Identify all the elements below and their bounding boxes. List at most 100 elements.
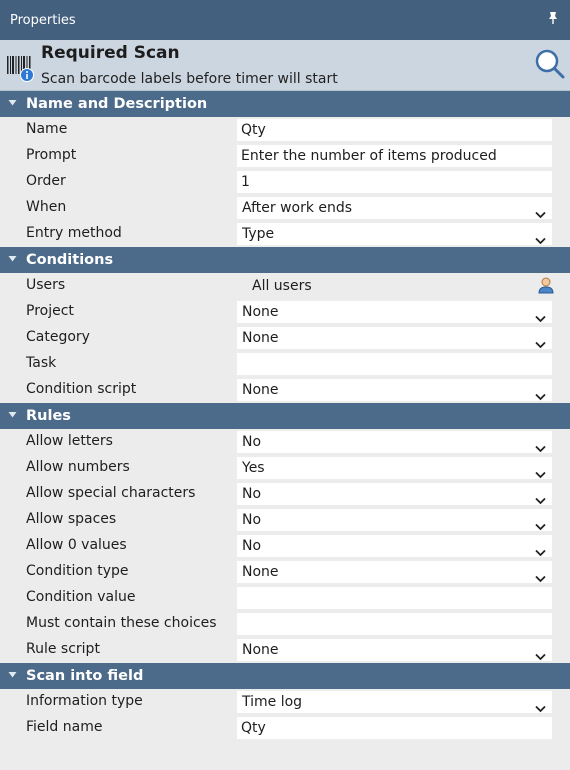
- property-label: Entry method: [26, 225, 122, 241]
- property-row: Category None: [0, 325, 570, 351]
- property-label: Order: [26, 173, 66, 189]
- property-label: Condition type: [26, 563, 129, 579]
- select-value: None: [242, 642, 279, 658]
- property-input[interactable]: [237, 587, 552, 609]
- select-value: None: [242, 330, 279, 346]
- select-value: No: [242, 434, 262, 450]
- property-select[interactable]: None: [237, 379, 552, 401]
- property-row: Users All users: [0, 273, 570, 299]
- chevron-down-icon[interactable]: [535, 230, 546, 252]
- properties-panel: Properties Required Scan Scan barcode la…: [0, 0, 570, 770]
- property-input[interactable]: 1: [237, 171, 552, 193]
- property-row: Condition script None: [0, 377, 570, 403]
- section-rows: Information type Time log Field name Qty: [0, 689, 570, 741]
- property-input[interactable]: Qty: [237, 119, 552, 141]
- section-header[interactable]: Rules: [0, 403, 570, 429]
- property-label: Task: [26, 355, 57, 371]
- property-select[interactable]: None: [237, 301, 552, 323]
- select-value: None: [242, 564, 279, 580]
- pin-icon[interactable]: [546, 11, 560, 29]
- property-sections: Name and Description Name Qty Prompt Enter t…: [0, 91, 570, 741]
- collapse-triangle-icon[interactable]: [8, 670, 18, 682]
- input-value: Qty: [241, 720, 266, 736]
- select-value: None: [242, 304, 279, 320]
- collapse-triangle-icon[interactable]: [8, 254, 18, 266]
- input-value: 1: [241, 174, 250, 190]
- property-select[interactable]: No: [237, 535, 552, 557]
- section-title: Rules: [26, 408, 71, 424]
- property-select[interactable]: None: [237, 639, 552, 661]
- section-header[interactable]: Scan into field: [0, 663, 570, 689]
- input-value: Qty: [241, 122, 266, 138]
- property-label: Must contain these choices: [26, 615, 217, 631]
- property-label: Allow letters: [26, 433, 113, 449]
- property-label: Allow numbers: [26, 459, 130, 475]
- select-value: No: [242, 512, 262, 528]
- chevron-down-icon[interactable]: [535, 386, 546, 408]
- section-header[interactable]: Conditions: [0, 247, 570, 273]
- property-label: Category: [26, 329, 90, 345]
- chevron-down-icon[interactable]: [535, 646, 546, 668]
- property-select[interactable]: Type: [237, 223, 552, 245]
- property-select[interactable]: No: [237, 483, 552, 505]
- property-row: Project None: [0, 299, 570, 325]
- property-input[interactable]: Enter the number of items produced: [237, 145, 552, 167]
- property-row: Allow spaces No: [0, 507, 570, 533]
- property-select[interactable]: None: [237, 561, 552, 583]
- search-icon[interactable]: [534, 48, 566, 84]
- collapse-triangle-icon[interactable]: [8, 98, 18, 110]
- panel-title: Properties: [10, 12, 76, 28]
- property-label: Name: [26, 121, 68, 137]
- select-value: Type: [242, 226, 275, 242]
- property-input[interactable]: Qty: [237, 717, 552, 739]
- property-label: Condition value: [26, 589, 136, 605]
- select-value: After work ends: [242, 200, 353, 216]
- property-label: Condition script: [26, 381, 137, 397]
- property-label: Rule script: [26, 641, 100, 657]
- property-row: Entry method Type: [0, 221, 570, 247]
- select-value: Yes: [242, 460, 265, 476]
- scan-subtitle: Scan barcode labels before timer will st…: [41, 71, 338, 87]
- users-value-text: All users: [252, 278, 312, 294]
- property-row: Prompt Enter the number of items produced: [0, 143, 570, 169]
- property-row: Condition type None: [0, 559, 570, 585]
- collapse-triangle-icon[interactable]: [8, 410, 18, 422]
- property-row: Allow letters No: [0, 429, 570, 455]
- user-icon[interactable]: [537, 276, 555, 298]
- panel-titlebar: Properties: [0, 0, 570, 40]
- section-title: Scan into field: [26, 668, 144, 684]
- property-input[interactable]: [237, 353, 552, 375]
- property-row: Allow special characters No: [0, 481, 570, 507]
- property-select[interactable]: No: [237, 431, 552, 453]
- info-icon: [20, 68, 34, 86]
- section-header[interactable]: Name and Description: [0, 91, 570, 117]
- property-label: When: [26, 199, 67, 215]
- property-label: Users: [26, 277, 66, 293]
- property-label: Allow spaces: [26, 511, 117, 527]
- select-value: None: [242, 382, 279, 398]
- property-select[interactable]: After work ends: [237, 197, 552, 219]
- property-select[interactable]: Yes: [237, 457, 552, 479]
- users-value: All users: [237, 275, 552, 297]
- property-row: Name Qty: [0, 117, 570, 143]
- scan-header: Required Scan Scan barcode labels before…: [0, 40, 570, 91]
- property-row: Condition value: [0, 585, 570, 611]
- select-value: Time log: [242, 694, 303, 710]
- property-row: Allow 0 values No: [0, 533, 570, 559]
- property-select[interactable]: No: [237, 509, 552, 531]
- property-select[interactable]: None: [237, 327, 552, 349]
- section-title: Name and Description: [26, 96, 208, 112]
- section-rows: Name Qty Prompt Enter the number of items p…: [0, 117, 570, 247]
- input-value: Enter the number of items produced: [241, 148, 497, 164]
- property-input[interactable]: [237, 613, 552, 635]
- section-rows: Allow letters No Allow numbers Yes Allow spe…: [0, 429, 570, 663]
- property-row: Information type Time log: [0, 689, 570, 715]
- scan-title: Required Scan: [41, 43, 180, 63]
- property-row: Task: [0, 351, 570, 377]
- property-row: Order 1: [0, 169, 570, 195]
- property-row: When After work ends: [0, 195, 570, 221]
- section-rows: Users All users Project None Category None Tas…: [0, 273, 570, 403]
- property-select[interactable]: Time log: [237, 691, 552, 713]
- section-title: Conditions: [26, 252, 114, 268]
- property-label: Prompt: [26, 147, 77, 163]
